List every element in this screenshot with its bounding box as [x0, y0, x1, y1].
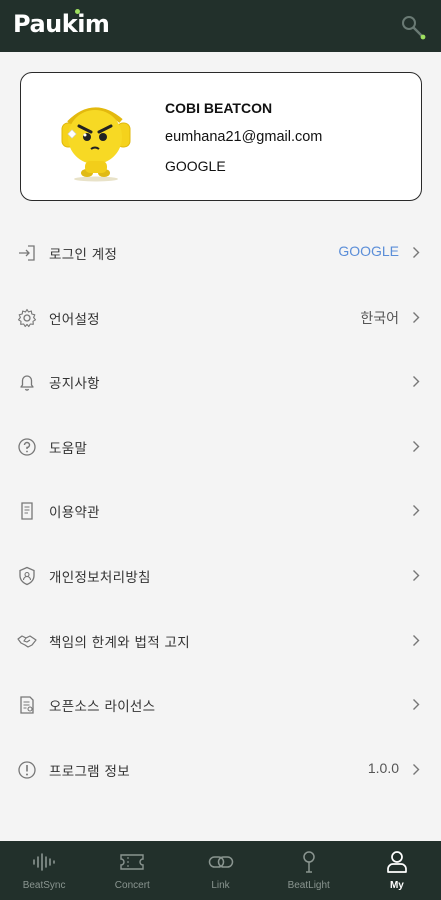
profile-email: eumhana21@gmail.com: [165, 129, 323, 145]
menu-item-terms[interactable]: 이용약관: [0, 479, 441, 544]
top-app-bar: Paukim: [0, 0, 441, 52]
avatar: [61, 107, 131, 182]
menu-item-login-account[interactable]: 로그인 계정 GOOGLE: [0, 221, 441, 286]
nav-tab-link[interactable]: Link: [176, 841, 264, 900]
chevron-right-icon: [413, 505, 420, 517]
question-icon: [18, 438, 36, 456]
logo-dot: [75, 9, 80, 14]
search-icon[interactable]: [398, 12, 428, 42]
beatlight-icon: [302, 851, 315, 873]
menu-item-legal-notice[interactable]: 책임의 한계와 법적 고지: [0, 609, 441, 674]
menu-label: 프로그램 정보: [49, 763, 130, 780]
chevron-right-icon: [413, 634, 420, 646]
menu-label: 공지사항: [49, 376, 100, 393]
shield-user-icon: [19, 566, 35, 586]
bell-icon: [20, 375, 34, 391]
nav-tab-my[interactable]: My: [353, 841, 441, 900]
menu-item-privacy-policy[interactable]: 개인정보처리방침: [0, 544, 441, 609]
chevron-right-icon: [413, 311, 420, 323]
chevron-right-icon: [413, 569, 420, 581]
person-icon: [387, 851, 407, 873]
nav-tab-concert[interactable]: Concert: [88, 841, 176, 900]
nav-tab-beatsync[interactable]: BeatSync: [0, 841, 88, 900]
menu-value: 한국어: [360, 309, 399, 326]
nav-tab-beatlight[interactable]: BeatLight: [265, 841, 353, 900]
menu-item-help[interactable]: 도움말: [0, 415, 441, 480]
menu-label: 오픈소스 라이선스: [49, 699, 156, 716]
license-icon: [20, 696, 34, 714]
nav-label: Link: [211, 880, 230, 891]
settings-menu: 로그인 계정 GOOGLE 언어설정 한국어 공지사항 도움말 이용약관 개인정…: [0, 221, 441, 802]
menu-label: 개인정보처리방침: [49, 569, 151, 586]
gear-icon: [17, 308, 37, 327]
menu-item-open-source-license[interactable]: 오픈소스 라이선스: [0, 673, 441, 738]
chevron-right-icon: [413, 699, 420, 711]
menu-item-program-info[interactable]: 프로그램 정보 1.0.0: [0, 738, 441, 803]
nav-label: BeatLight: [287, 880, 330, 891]
nav-label: BeatSync: [22, 880, 66, 891]
handshake-icon: [17, 634, 37, 648]
login-icon: [19, 245, 35, 261]
menu-label: 언어설정: [49, 311, 100, 328]
menu-item-language[interactable]: 언어설정 한국어: [0, 286, 441, 351]
chevron-right-icon: [413, 763, 420, 775]
info-icon: [18, 761, 36, 779]
menu-label: 로그인 계정: [49, 247, 118, 263]
profile-provider: GOOGLE: [165, 158, 226, 174]
chevron-right-icon: [413, 440, 420, 452]
chevron-right-icon: [413, 376, 420, 388]
menu-label: 도움말: [49, 440, 88, 457]
menu-label: 이용약관: [49, 505, 100, 522]
app-logo: Paukim: [13, 10, 110, 38]
menu-value: 1.0.0: [367, 759, 399, 776]
nav-label: Concert: [114, 880, 150, 891]
link-icon: [208, 856, 233, 868]
document-icon: [21, 502, 33, 521]
profile-card[interactable]: COBI BEATCON eumhana21@gmail.com GOOGLE: [20, 72, 422, 201]
profile-name: COBI BEATCON: [165, 100, 273, 116]
ticket-icon: [120, 854, 144, 870]
bottom-navigation: BeatSync Concert Link BeatLight My: [0, 841, 441, 900]
menu-value: GOOGLE: [338, 243, 399, 259]
nav-label: My: [389, 880, 404, 891]
beatsync-icon: [33, 853, 55, 871]
menu-item-notices[interactable]: 공지사항: [0, 350, 441, 415]
chevron-right-icon: [413, 247, 420, 258]
menu-label: 책임의 한계와 법적 고지: [49, 634, 190, 651]
